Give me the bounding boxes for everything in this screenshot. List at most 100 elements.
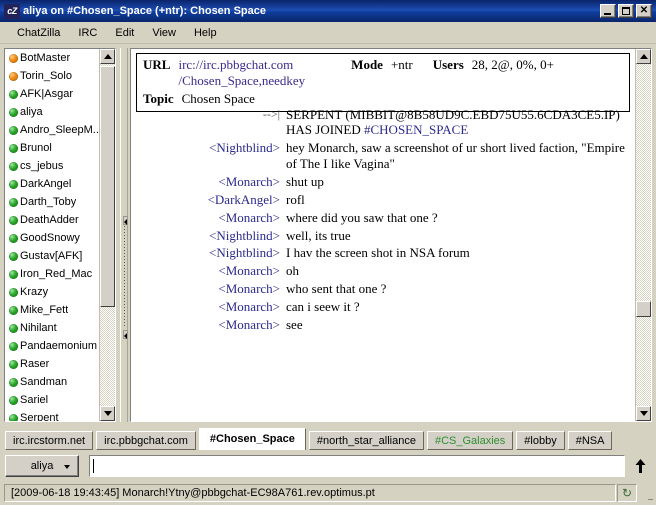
nicklist-item[interactable]: Brunol: [5, 139, 101, 157]
nicklist-item[interactable]: Iron_Red_Mac: [5, 265, 101, 283]
channel-url[interactable]: irc://irc.pbbgchat.com /Chosen_Space,nee…: [178, 57, 305, 90]
send-button[interactable]: [629, 455, 651, 477]
topic-value[interactable]: Chosen Space: [182, 91, 255, 107]
message-text: well, its true: [286, 227, 351, 243]
nicklist-item-label: Iron_Red_Mac: [20, 268, 93, 280]
user-status-icon: [9, 89, 18, 99]
nicklist-item[interactable]: AFK|Asgar: [5, 85, 101, 103]
message-nick[interactable]: -->|: [131, 107, 286, 122]
message-nick[interactable]: <Nightblind>: [131, 140, 286, 156]
tab-irc-pbbgchat-com[interactable]: irc.pbbgchat.com: [96, 431, 196, 450]
status-text: [2009-06-18 19:43:45] Monarch!Ytny@pbbgc…: [4, 483, 616, 502]
channel-link[interactable]: #CHOSEN_SPACE: [364, 122, 468, 137]
message-nick[interactable]: <Monarch>: [131, 281, 286, 297]
minimize-icon: [604, 13, 611, 15]
channel-url-line1: irc://irc.pbbgchat.com: [178, 57, 294, 72]
splitter-grip-top[interactable]: [123, 216, 128, 225]
sync-icon[interactable]: ↻: [617, 483, 637, 502]
nicklist-item[interactable]: aliya: [5, 103, 101, 121]
mode-label: Mode: [351, 57, 383, 72]
resize-grip[interactable]: [638, 484, 654, 502]
nicklist-item[interactable]: Sandman: [5, 373, 101, 391]
nicklist-item[interactable]: Krazy: [5, 283, 101, 301]
nicklist-item[interactable]: Sariel: [5, 391, 101, 409]
chat-scroll-region[interactable]: URL irc://irc.pbbgchat.com /Chosen_Space…: [131, 49, 635, 421]
message-nick[interactable]: <Nightblind>: [131, 245, 286, 261]
nicklist-item-label: Nihilant: [20, 322, 57, 334]
nicklist-item[interactable]: cs_jebus: [5, 157, 101, 175]
menu-view[interactable]: View: [143, 25, 185, 41]
nicklist-item[interactable]: Gustav[AFK]: [5, 247, 101, 265]
message-nick[interactable]: <DarkAngel>: [131, 192, 286, 208]
nicklist-item-label: Sandman: [20, 376, 68, 388]
tab-bar: irc.ircstorm.net irc.pbbgchat.com #Chosen_…: [0, 426, 656, 450]
nicklist-item[interactable]: Pandaemonium: [5, 337, 101, 355]
menu-chatzilla[interactable]: ChatZilla: [8, 25, 69, 41]
nicklist-item[interactable]: Serpent: [5, 409, 101, 421]
message-text: shut up: [286, 173, 324, 189]
message-nick[interactable]: <Monarch>: [131, 299, 286, 315]
minimize-button[interactable]: [600, 4, 616, 18]
menu-irc[interactable]: IRC: [69, 25, 106, 41]
panel-splitter[interactable]: [120, 48, 128, 422]
message-text: where did you saw that one ?: [286, 209, 438, 225]
event-message: -->| SERPENT (MIBBIT@8B58UD9C.EBD75U55.6C…: [131, 106, 627, 140]
nick-button[interactable]: aliya: [5, 455, 79, 477]
user-status-icon: [9, 233, 18, 243]
tab-label: #Chosen_Space: [209, 433, 295, 445]
splitter-grip-bottom[interactable]: [123, 330, 128, 339]
message-nick[interactable]: <Monarch>: [131, 174, 286, 190]
nicklist[interactable]: BotMaster Torin_Solo AFK|Asgar aliya Andro_S…: [5, 49, 101, 421]
nicklist-item[interactable]: Raser: [5, 355, 101, 373]
chat-scroll-up-button[interactable]: [636, 49, 651, 64]
nicklist-item[interactable]: Andro_SleepM...: [5, 121, 101, 139]
message-nick[interactable]: <Monarch>: [131, 210, 286, 226]
message-nick[interactable]: <Monarch>: [131, 317, 286, 333]
user-status-icon: [9, 305, 18, 315]
tab-north-star-alliance[interactable]: #north_star_alliance: [308, 431, 424, 450]
chat-scroll-track[interactable]: [636, 64, 651, 406]
chat-message: <Monarch> shut up: [131, 173, 627, 191]
maximize-button[interactable]: [618, 4, 634, 18]
nicklist-item[interactable]: Mike_Fett: [5, 301, 101, 319]
topic-label: Topic: [143, 90, 174, 106]
nicklist-item-label: Serpent: [20, 412, 59, 421]
tab-label: irc.pbbgchat.com: [104, 435, 188, 447]
tab-nsa[interactable]: #NSA: [567, 431, 613, 450]
chat-scroll-thumb[interactable]: [636, 301, 651, 317]
nicklist-item[interactable]: Torin_Solo: [5, 67, 101, 85]
nicklist-scroll-thumb[interactable]: [100, 66, 115, 307]
url-label: URL: [143, 57, 171, 72]
nicklist-scroll-up-button[interactable]: [100, 49, 115, 64]
close-button[interactable]: ✕: [636, 4, 652, 18]
nicklist-scroll-down-button[interactable]: [100, 406, 115, 421]
menu-edit[interactable]: Edit: [106, 25, 143, 41]
nicklist-item[interactable]: BotMaster: [5, 49, 101, 67]
tab-lobby[interactable]: #lobby: [516, 431, 565, 450]
nicklist-item[interactable]: DarkAngel: [5, 175, 101, 193]
nicklist-item-label: DeathAdder: [20, 214, 79, 226]
nicklist-item[interactable]: Darth_Toby: [5, 193, 101, 211]
nicklist-item-label: Sariel: [20, 394, 49, 406]
maximize-icon: [622, 7, 630, 15]
channel-header-row-1: URL irc://irc.pbbgchat.com /Chosen_Space…: [143, 57, 623, 90]
user-status-icon: [9, 197, 18, 207]
nicklist-item[interactable]: DeathAdder: [5, 211, 101, 229]
tab-cs-galaxies[interactable]: #CS_Galaxies: [426, 431, 514, 450]
tab-chosen-space[interactable]: #Chosen_Space: [198, 428, 306, 450]
nicklist-scrollbar[interactable]: [99, 49, 115, 421]
message-text: who sent that one ?: [286, 281, 387, 297]
nicklist-item[interactable]: Nihilant: [5, 319, 101, 337]
message-nick[interactable]: <Monarch>: [131, 263, 286, 279]
chat-message: <Monarch> can i seew it ?: [131, 298, 627, 316]
chat-message: <Nightblind> hey Monarch, saw a screensho…: [131, 139, 627, 173]
nicklist-item[interactable]: GoodSnowy: [5, 229, 101, 247]
chat-scrollbar[interactable]: [635, 49, 651, 421]
tab-irc-ircstorm-net[interactable]: irc.ircstorm.net: [5, 431, 94, 450]
nicklist-item-label: DarkAngel: [20, 178, 72, 190]
message-nick[interactable]: <Nightblind>: [131, 228, 286, 244]
chat-scroll-down-button[interactable]: [636, 406, 651, 421]
message-input-box[interactable]: [89, 455, 625, 477]
menu-help[interactable]: Help: [185, 25, 226, 41]
message-input[interactable]: [94, 460, 624, 472]
